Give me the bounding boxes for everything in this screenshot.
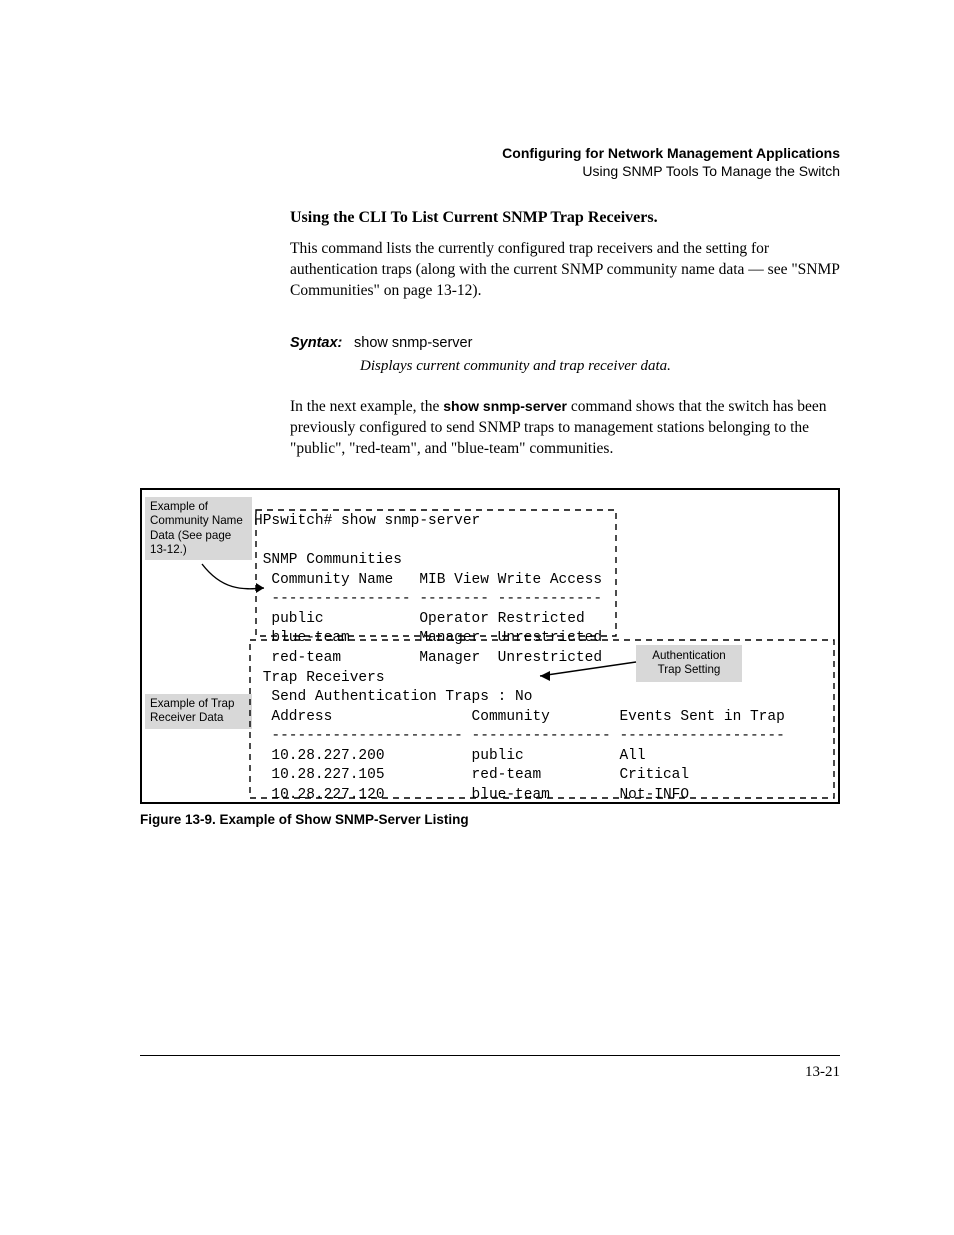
term-sec2-r3: 10.28.227.120 blue-team Not-INFO (254, 787, 689, 803)
page-number: 13-21 (140, 1064, 840, 1081)
section-heading: Using the CLI To List Current SNMP Trap … (290, 209, 850, 227)
syntax-label: Syntax: (290, 335, 350, 351)
example-paragraph: In the next example, the show snmp-serve… (290, 397, 850, 460)
running-header-subtitle: Using SNMP Tools To Manage the Switch (140, 163, 840, 179)
term-sec2-sep: ---------------------- ---------------- … (254, 728, 785, 744)
term-sec2-title: Trap Receivers (254, 670, 385, 686)
term-sec1-hdr: Community Name MIB View Write Access (254, 572, 602, 588)
term-prompt: HPswitch# show snmp-server (254, 513, 480, 529)
syntax-description: Displays current community and trap rece… (360, 358, 850, 375)
footer-rule (140, 1055, 840, 1056)
term-sec2-r1: 10.28.227.200 public All (254, 748, 646, 764)
term-sec2-hdr: Address Community Events Sent in Trap (254, 709, 785, 725)
term-sec1-r3: red-team Manager Unrestricted (254, 650, 602, 666)
running-header-title: Configuring for Network Management Appli… (140, 145, 840, 161)
syntax-command: show snmp-server (354, 335, 472, 351)
figure-terminal: HPswitch# show snmp-server SNMP Communit… (140, 488, 840, 804)
term-sec1-title: SNMP Communities (254, 552, 402, 568)
callout-auth-trap: Authentication Trap Setting (636, 645, 742, 682)
term-sec2-r2: 10.28.227.105 red-team Critical (254, 767, 689, 783)
para-text-a: In the next example, the (290, 398, 443, 415)
term-sec1-r2: blue-team Manager Unrestricted (254, 630, 602, 646)
term-sec2-auth: Send Authentication Traps : No (254, 689, 532, 705)
term-sec1-r1: public Operator Restricted (254, 611, 585, 627)
intro-paragraph: This command lists the currently configu… (290, 239, 850, 302)
para-bold-cmd: show snmp-server (443, 398, 567, 414)
term-sec1-sep: ---------------- -------- ------------ (254, 591, 602, 607)
syntax-row: Syntax: show snmp-server (290, 334, 850, 352)
callout-trap-receiver: Example of Trap Receiver Data (145, 694, 252, 729)
callout-community-data: Example of Community Name Data (See page… (145, 497, 252, 561)
